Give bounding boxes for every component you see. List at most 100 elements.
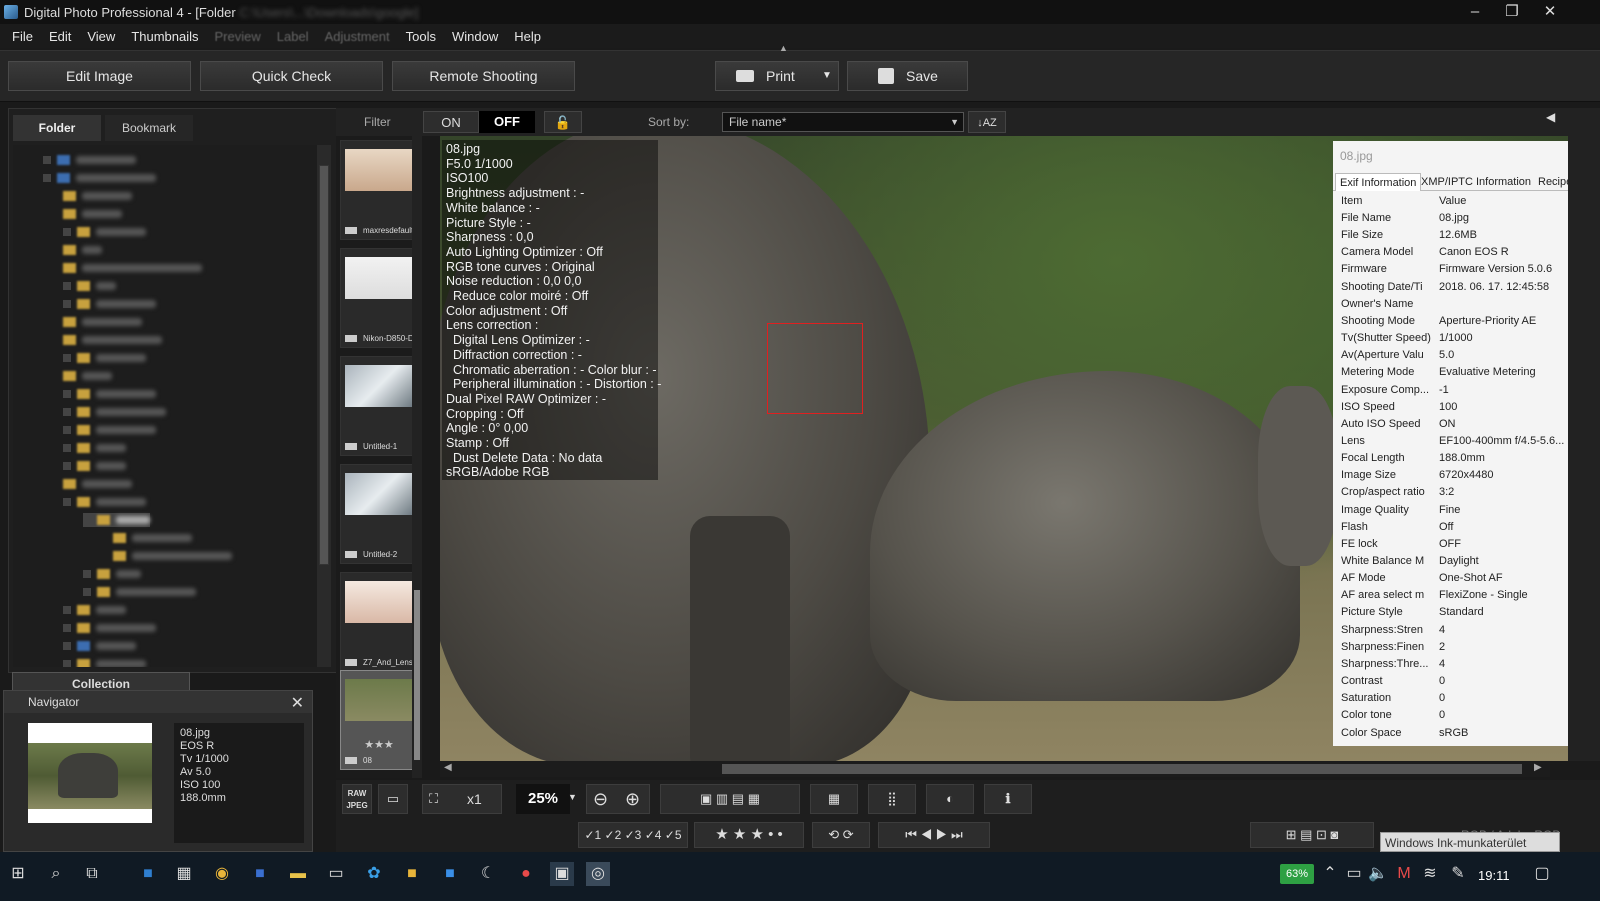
photos-icon[interactable]: ▭	[324, 862, 348, 886]
minimize-button[interactable]: –	[1460, 2, 1490, 22]
menu-help[interactable]: Help	[506, 29, 549, 44]
check-mark-3[interactable]: ✓3	[625, 828, 642, 842]
tree-item[interactable]	[43, 153, 136, 167]
navigator-header[interactable]: Navigator	[4, 691, 312, 713]
check-mark-1[interactable]: ✓1	[584, 828, 601, 842]
search-icon[interactable]: ⌕	[44, 862, 68, 886]
scroll-right-icon[interactable]: ▶	[1534, 762, 1542, 773]
star-5[interactable]: •	[778, 826, 783, 843]
menu-label[interactable]: Label	[269, 29, 317, 44]
menu-window[interactable]: Window	[444, 29, 506, 44]
menu-adjustment[interactable]: Adjustment	[317, 29, 398, 44]
tree-item[interactable]	[83, 567, 141, 581]
tab-bookmark[interactable]: Bookmark	[105, 115, 193, 141]
thumbnail-scrollbar[interactable]	[412, 136, 422, 778]
tree-item[interactable]	[63, 207, 122, 221]
check-mark-4[interactable]: ✓4	[645, 828, 662, 842]
volume-icon[interactable]: 🔈	[1366, 862, 1390, 886]
outlook-icon[interactable]: ■	[136, 862, 160, 886]
thumbnail-item[interactable]: Untitled-2	[340, 464, 416, 564]
tree-item[interactable]	[63, 225, 146, 239]
tree-item[interactable]	[63, 621, 156, 635]
quick-check-button[interactable]: Quick Check	[200, 61, 383, 91]
x1-button[interactable]: x1	[467, 785, 482, 813]
scrollbar-thumb[interactable]	[319, 165, 329, 565]
star-3[interactable]: ★	[750, 826, 763, 843]
scrollbar-thumb[interactable]	[414, 590, 420, 760]
folder-tree-scrollbar[interactable]	[317, 145, 331, 667]
tree-item[interactable]	[63, 639, 136, 653]
thumbnail-item[interactable]: Z7_And_Lenses...	[340, 572, 417, 672]
windows-start-icon[interactable]: ⊞	[6, 862, 30, 886]
scrollbar-thumb[interactable]	[722, 764, 1522, 774]
tree-item[interactable]	[63, 243, 102, 257]
thumbnail-item[interactable]: Untitled-1	[340, 356, 416, 456]
tree-item[interactable]	[63, 189, 132, 203]
star-4[interactable]: •	[768, 826, 773, 843]
gmail-icon[interactable]: M	[1392, 862, 1416, 886]
filter-off-button[interactable]: OFF	[479, 111, 535, 133]
check-mark-2[interactable]: ✓2	[605, 828, 622, 842]
collapse-panel-icon[interactable]: ◀	[1546, 110, 1555, 124]
close-icon[interactable]: ✕	[291, 693, 304, 713]
pen-icon[interactable]: ✎	[1446, 862, 1470, 886]
menu-preview[interactable]: Preview	[207, 29, 269, 44]
tab-xmp-iptc-information[interactable]: XMP/IPTC Information	[1417, 173, 1535, 191]
file-explorer-icon[interactable]: ▬	[286, 862, 310, 886]
app-icon[interactable]: ✿	[362, 862, 386, 886]
menu-tools[interactable]: Tools	[398, 29, 444, 44]
edit-image-button[interactable]: Edit Image	[8, 61, 191, 91]
tree-item[interactable]	[63, 603, 126, 617]
check-mark-5[interactable]: ✓5	[665, 828, 682, 842]
compare-view-icons[interactable]: ⊞ ▤ ⊡ ◙	[1250, 822, 1374, 848]
tab-exif-information[interactable]: Exif Information	[1335, 173, 1422, 191]
tree-item-selected[interactable]	[83, 513, 150, 527]
folder-tree[interactable]	[13, 145, 325, 667]
wifi-icon[interactable]: ≋	[1418, 862, 1442, 886]
tree-item[interactable]	[63, 279, 116, 293]
tree-item[interactable]	[63, 333, 162, 347]
lock-icon[interactable]: 🔓	[544, 111, 582, 133]
save-button[interactable]: Save	[847, 61, 968, 91]
star-2[interactable]: ★	[733, 826, 746, 843]
navigator-preview[interactable]	[28, 723, 152, 823]
word-icon[interactable]: ■	[248, 862, 272, 886]
photoshop-icon[interactable]: ■	[438, 862, 462, 886]
maximize-button[interactable]: ❐	[1497, 2, 1527, 22]
tree-item[interactable]	[63, 297, 156, 311]
battery-indicator[interactable]: 63%	[1280, 864, 1314, 884]
menu-view[interactable]: View	[79, 29, 123, 44]
tree-item[interactable]	[63, 405, 166, 419]
tree-item[interactable]	[63, 441, 126, 455]
chevron-up-icon[interactable]: ⌃	[1318, 862, 1342, 886]
dpp-taskbar-icon[interactable]: ◎	[586, 862, 610, 886]
app-icon[interactable]: ☾	[476, 862, 500, 886]
tree-item[interactable]	[63, 387, 156, 401]
info-icon[interactable]: ℹ	[984, 784, 1032, 814]
app-icon[interactable]: ●	[514, 862, 538, 886]
preview-hscrollbar[interactable]: ◀ ▶	[440, 761, 1550, 777]
thumbnail-item[interactable]: maxresdefault	[340, 140, 416, 240]
af-points-icon[interactable]: ⣿	[868, 784, 916, 814]
fit-screen-icon[interactable]: ⛶	[429, 785, 438, 813]
rotate-icons[interactable]: ⟲ ⟳	[812, 822, 870, 848]
highlight-warning-icon[interactable]: ◐	[926, 784, 974, 814]
tree-item[interactable]	[63, 351, 146, 365]
menu-edit[interactable]: Edit	[41, 29, 79, 44]
close-button[interactable]: ✕	[1535, 2, 1565, 22]
calculator-icon[interactable]: ▦	[172, 862, 196, 886]
print-button[interactable]: Print ▼	[715, 61, 839, 91]
zoom-out-icon[interactable]: ⊖	[593, 785, 608, 813]
raw-jpeg-toggle[interactable]: RAW JPEG	[342, 784, 372, 814]
tree-item[interactable]	[63, 459, 126, 473]
power-icon[interactable]: ▭	[1342, 862, 1366, 886]
app-icon[interactable]: ▣	[550, 862, 574, 886]
thumbnail-item[interactable]: Nikon-D850-DS...	[340, 248, 417, 348]
tree-item[interactable]	[43, 171, 156, 185]
remote-shooting-button[interactable]: Remote Shooting	[392, 61, 575, 91]
tree-item[interactable]	[63, 369, 112, 383]
notification-icon[interactable]: ▢	[1530, 862, 1554, 886]
menu-file[interactable]: File	[4, 29, 41, 44]
menu-thumbnails[interactable]: Thumbnails	[123, 29, 206, 44]
tree-item[interactable]	[63, 657, 146, 667]
